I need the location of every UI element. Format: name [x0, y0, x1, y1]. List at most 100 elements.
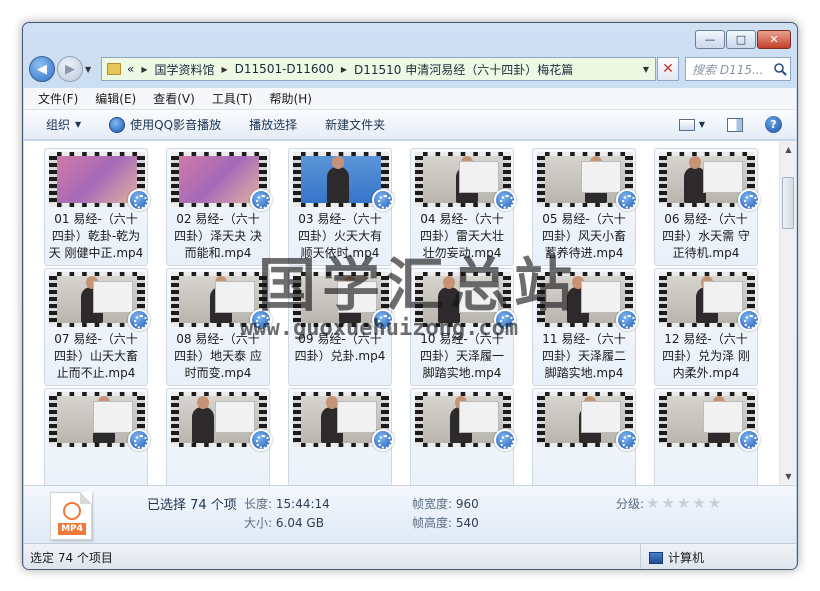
scroll-down-icon[interactable]: ▼	[780, 468, 796, 485]
breadcrumb-overflow[interactable]: «	[127, 62, 134, 76]
file-tile[interactable]	[532, 388, 638, 485]
frame-height-value: 540	[455, 516, 479, 530]
file-name: 03 易经-（六十 四卦）火天大有 顺天依时.mp4	[291, 211, 389, 262]
file-name: 12 易经-（六十 四卦）兑为泽 刚内柔外.mp4	[657, 331, 755, 382]
explorer-window: — □ ✕ ◀ ▶ ▼ « ▶ 国学资料馆 ▶ D11501-D11600 ▶ …	[22, 22, 798, 570]
qq-player-badge-icon	[494, 429, 516, 451]
file-name-line: 四卦）乾卦-乾为	[51, 229, 141, 243]
file-tile[interactable]: 04 易经-（六十 四卦）雷天大壮 壮勿妄动.mp4	[410, 148, 516, 266]
close-button[interactable]: ✕	[757, 30, 791, 49]
address-dropdown-icon[interactable]: ▼	[637, 65, 655, 74]
qq-player-badge-icon	[616, 309, 638, 331]
star-icon[interactable]: ★	[708, 494, 721, 512]
file-name-line: 06 易经-（六十	[664, 212, 748, 226]
file-tile[interactable]: 11 易经-（六十 四卦）天泽履二 脚踏实地.mp4	[532, 268, 638, 386]
length-field: 长度: 15:44:14	[244, 495, 330, 512]
maximize-button[interactable]: □	[726, 30, 756, 49]
qq-play-button[interactable]: 使用QQ影音播放	[109, 116, 221, 133]
play-selection-button[interactable]: 播放选择	[249, 116, 297, 133]
search-box[interactable]: 搜索 D115...	[685, 57, 791, 81]
file-name-line: 正待机.mp4	[672, 246, 740, 260]
new-folder-button[interactable]: 新建文件夹	[325, 116, 385, 133]
frame-height-field: 帧高度: 540	[412, 514, 479, 531]
file-tile[interactable]: 08 易经-（六十 四卦）地天泰 应时而变.mp4	[166, 268, 272, 386]
breadcrumb-item-library[interactable]: 国学资料馆	[155, 61, 215, 78]
change-view-icon[interactable]	[678, 118, 695, 131]
star-icon[interactable]: ★	[646, 494, 659, 512]
breadcrumb-item-range[interactable]: D11501-D11600	[235, 62, 334, 76]
file-name: 11 易经-（六十 四卦）天泽履二 脚踏实地.mp4	[535, 331, 633, 382]
file-view[interactable]: 01 易经-（六十 四卦）乾卦-乾为天 刚健中正.mp4 02 易经-（六十 四卦）泽…	[24, 141, 796, 485]
qq-player-badge-icon	[250, 189, 272, 211]
file-name-line: 四卦）风天小畜	[541, 229, 626, 243]
chevron-down-icon: ▼	[75, 120, 82, 129]
search-icon[interactable]	[770, 58, 790, 80]
file-name-line: 03 易经-（六十	[298, 212, 382, 226]
menu-edit[interactable]: 编辑(E)	[95, 90, 136, 107]
file-tile[interactable]	[44, 388, 150, 485]
menu-tools[interactable]: 工具(T)	[212, 90, 253, 107]
scroll-thumb[interactable]	[782, 177, 794, 229]
qq-player-badge-icon	[372, 189, 394, 211]
file-name-line: 05 易经-（六十	[542, 212, 626, 226]
file-name-line: 蓄养待进.mp4	[544, 246, 624, 260]
rating-field: 分级: ★ ★ ★ ★ ★	[616, 494, 721, 512]
file-name-line: 四卦）雷天大壮	[419, 229, 504, 243]
file-tile[interactable]: 05 易经-（六十 四卦）风天小畜 蓄养待进.mp4	[532, 148, 638, 266]
file-name: 09 易经-（六十 四卦）兑卦.mp4	[291, 331, 389, 365]
forward-button[interactable]: ▶	[57, 56, 83, 82]
minimize-button[interactable]: —	[695, 30, 725, 49]
file-tile[interactable]: 09 易经-（六十 四卦）兑卦.mp4	[288, 268, 394, 386]
organize-button[interactable]: 组织 ▼	[46, 116, 81, 133]
file-name-line: 止而不止.mp4	[56, 366, 136, 380]
view-options-dropdown-icon[interactable]: ▼	[699, 120, 705, 129]
file-name-line: 四卦）兑为泽 刚	[662, 349, 750, 363]
command-bar: 组织 ▼ 使用QQ影音播放 播放选择 新建文件夹 ▼ ?	[24, 110, 796, 140]
file-name-line: 脚踏实地.mp4	[422, 366, 502, 380]
qq-player-badge-icon	[250, 429, 272, 451]
menu-file[interactable]: 文件(F)	[38, 90, 78, 107]
file-tile[interactable]	[654, 388, 760, 485]
file-name-line: 10 易经-（六十	[420, 332, 504, 346]
recent-pages-dropdown[interactable]: ▼	[85, 65, 97, 74]
file-name-line: 11 易经-（六十	[542, 332, 626, 346]
qq-player-badge-icon	[738, 189, 760, 211]
file-tile[interactable]: 02 易经-（六十 四卦）泽天夬 决而能和.mp4	[166, 148, 272, 266]
file-tile[interactable]: 01 易经-（六十 四卦）乾卦-乾为天 刚健中正.mp4	[44, 148, 150, 266]
chevron-right-icon[interactable]: ▶	[141, 65, 147, 74]
file-tile[interactable]	[410, 388, 516, 485]
back-button[interactable]: ◀	[29, 56, 55, 82]
file-name-line: 脚踏实地.mp4	[544, 366, 624, 380]
frame-height-label: 帧高度:	[412, 516, 453, 530]
chevron-right-icon[interactable]: ▶	[222, 65, 228, 74]
file-tile[interactable]: 06 易经-（六十 四卦）水天需 守正待机.mp4	[654, 148, 760, 266]
menu-help[interactable]: 帮助(H)	[270, 90, 312, 107]
breadcrumb-item-current[interactable]: D11510 申清河易经（六十四卦）梅花篇	[354, 61, 573, 78]
help-icon[interactable]: ?	[765, 116, 782, 133]
view-controls: ▼ ?	[678, 116, 782, 133]
star-icon[interactable]: ★	[662, 494, 675, 512]
file-tile[interactable]	[288, 388, 394, 485]
address-bar[interactable]: « ▶ 国学资料馆 ▶ D11501-D11600 ▶ D11510 申清河易经…	[101, 57, 656, 81]
preview-pane-icon[interactable]	[727, 117, 743, 132]
rating-label: 分级:	[616, 496, 645, 511]
frame-width-value: 960	[455, 497, 479, 511]
chevron-right-icon[interactable]: ▶	[341, 65, 347, 74]
star-icon[interactable]: ★	[692, 494, 705, 512]
file-tile[interactable]: 03 易经-（六十 四卦）火天大有 顺天依时.mp4	[288, 148, 394, 266]
qq-player-badge-icon	[372, 309, 394, 331]
file-tile[interactable]: 12 易经-（六十 四卦）兑为泽 刚内柔外.mp4	[654, 268, 760, 386]
scroll-up-icon[interactable]: ▲	[780, 141, 796, 158]
file-tile[interactable]: 07 易经-（六十 四卦）山天大畜 止而不止.mp4	[44, 268, 150, 386]
search-placeholder: 搜索 D115...	[692, 62, 764, 77]
star-icon[interactable]: ★	[677, 494, 690, 512]
qq-player-badge-icon	[494, 189, 516, 211]
menu-view[interactable]: 查看(V)	[153, 90, 195, 107]
file-tile[interactable]: 10 易经-（六十 四卦）天泽履一 脚踏实地.mp4	[410, 268, 516, 386]
frame-width-label: 帧宽度:	[412, 497, 453, 511]
vertical-scrollbar[interactable]: ▲ ▼	[779, 141, 796, 485]
caption-buttons: — □ ✕	[694, 30, 791, 49]
stop-icon[interactable]: ✕	[657, 57, 679, 81]
file-tile[interactable]	[166, 388, 272, 485]
qq-player-badge-icon	[738, 309, 760, 331]
